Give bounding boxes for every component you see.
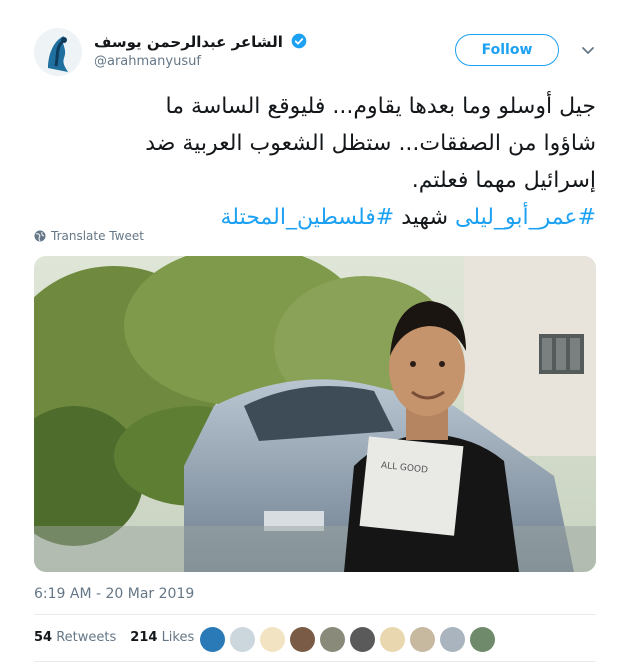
retweets-stat[interactable]: 54 Retweets — [34, 630, 116, 645]
likes-stat[interactable]: 214 Likes — [130, 630, 194, 645]
tweet-text-line: شاؤوا من الصفقات... ستظل الشعوب العربية … — [145, 131, 596, 156]
follow-button[interactable]: Follow — [455, 34, 559, 66]
tweet-text-line: إسرائيل مهما فعلتم. — [411, 168, 596, 193]
author-names: الشاعر عبدالرحمن يوسف @arahmanyusuf — [94, 32, 307, 69]
liker-avatar[interactable] — [290, 627, 315, 652]
liker-avatar[interactable] — [380, 627, 405, 652]
tweet-timestamp[interactable]: 6:19 AM - 20 Mar 2019 — [34, 586, 194, 602]
likes-count: 214 — [130, 630, 158, 645]
liker-avatar[interactable] — [260, 627, 285, 652]
liker-avatar[interactable] — [470, 627, 495, 652]
likes-label: Likes — [161, 630, 195, 645]
tweet-stats: 54 Retweets 214 Likes — [34, 630, 194, 645]
liker-avatar[interactable] — [350, 627, 375, 652]
translate-label: Translate Tweet — [51, 229, 144, 243]
chevron-down-icon[interactable] — [580, 42, 596, 58]
liker-avatar[interactable] — [440, 627, 465, 652]
author-handle[interactable]: @arahmanyusuf — [94, 54, 307, 69]
divider — [34, 614, 596, 615]
photo-young-man-by-car: ALL GOOD — [34, 256, 596, 572]
poet-avatar-icon — [34, 28, 82, 76]
tweet-header: الشاعر عبدالرحمن يوسف @arahmanyusuf Foll… — [34, 28, 613, 78]
translate-tweet-link[interactable]: Translate Tweet — [34, 229, 144, 243]
liker-avatar[interactable] — [410, 627, 435, 652]
tweet-photo[interactable]: ALL GOOD — [34, 256, 596, 572]
likers-avatars — [200, 627, 495, 652]
retweets-count: 54 — [34, 630, 53, 645]
tweet-word: شهيد — [401, 205, 449, 230]
tweet-text: جيل أوسلو وما بعدها يقاوم... فليوقع السا… — [34, 88, 596, 236]
globe-icon — [34, 230, 46, 242]
tweet-text-line: جيل أوسلو وما بعدها يقاوم... فليوقع السا… — [165, 94, 596, 119]
hashtag-link[interactable]: #عمر_أبو_ليلى — [455, 205, 596, 230]
liker-avatar[interactable] — [200, 627, 225, 652]
liker-avatar[interactable] — [230, 627, 255, 652]
verified-badge-icon — [291, 33, 307, 49]
author-avatar[interactable] — [34, 28, 82, 76]
hashtag-link[interactable]: #فلسطين_المحتلة — [221, 205, 395, 230]
author-display-name[interactable]: الشاعر عبدالرحمن يوسف — [94, 33, 283, 51]
divider — [34, 661, 596, 662]
liker-avatar[interactable] — [320, 627, 345, 652]
retweets-label: Retweets — [56, 630, 117, 645]
